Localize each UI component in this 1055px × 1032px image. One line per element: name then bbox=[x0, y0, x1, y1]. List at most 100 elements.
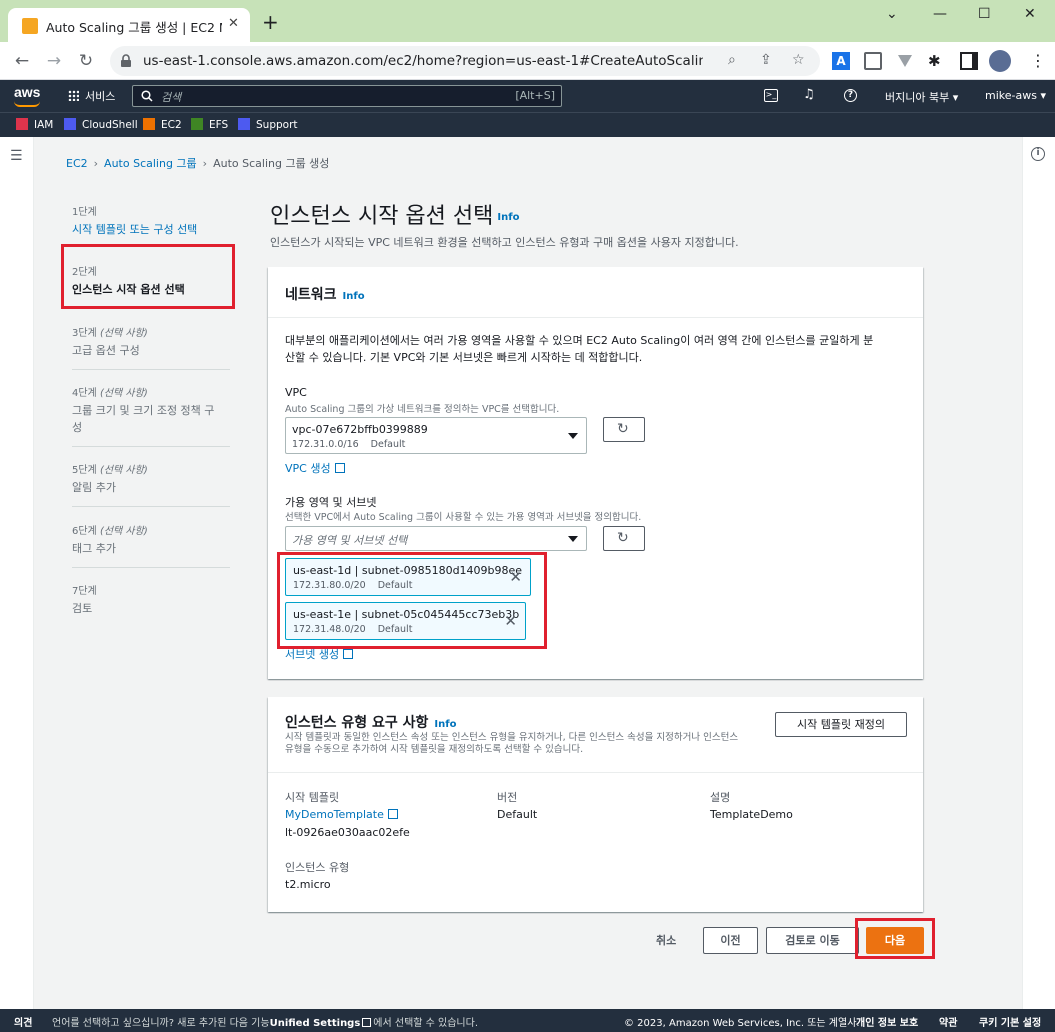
aws-top-navigation: aws 서비스 검색 [Alt+S] >_ ♫ ? 버지니아 북부 ▾ mike… bbox=[0, 80, 1055, 112]
step-1-link[interactable]: 시작 템플릿 또는 구성 선택 bbox=[72, 221, 232, 238]
favorite-ec2[interactable]: EC2 bbox=[143, 118, 182, 131]
cancel-button[interactable]: 취소 bbox=[656, 932, 676, 948]
template-link[interactable]: MyDemoTemplate bbox=[285, 808, 398, 821]
step-number: 7단계 bbox=[72, 586, 97, 597]
instance-type-info-link[interactable]: Info bbox=[434, 719, 456, 730]
page-description: 인스턴스가 시작되는 VPC 네트워크 환경을 선택하고 인스턴스 유형과 구매… bbox=[270, 236, 739, 249]
account-menu[interactable]: mike-aws ▾ bbox=[985, 89, 1046, 102]
tab-title: Auto Scaling 그룹 생성 | EC2 M bbox=[46, 20, 222, 35]
bookmark-star-icon[interactable]: ☆ bbox=[792, 52, 805, 68]
remove-subnet-icon[interactable]: ✕ bbox=[504, 612, 517, 630]
screen-extension-icon[interactable] bbox=[864, 52, 882, 70]
network-info-link[interactable]: Info bbox=[343, 291, 365, 302]
translate-extension-icon[interactable]: A bbox=[832, 52, 850, 70]
address-bar[interactable]: us-east-1.console.aws.amazon.com/ec2/hom… bbox=[110, 46, 820, 76]
remove-subnet-icon[interactable]: ✕ bbox=[509, 568, 522, 586]
vpc-default-tag: Default bbox=[370, 439, 406, 450]
region-selector[interactable]: 버지니아 북부 ▾ bbox=[885, 89, 958, 105]
override-template-button[interactable]: 시작 템플릿 재정의 bbox=[775, 712, 907, 737]
maximize-icon[interactable]: ☐ bbox=[978, 6, 991, 22]
share-icon[interactable]: ⇪ bbox=[760, 52, 772, 68]
subnet-cidr: 172.31.80.0/20 bbox=[293, 580, 366, 591]
minimize-icon[interactable]: — bbox=[933, 6, 947, 22]
template-id: lt-0926ae030aac02efe bbox=[285, 826, 410, 839]
external-link-icon bbox=[334, 463, 345, 473]
favorite-iam[interactable]: IAM bbox=[16, 118, 53, 131]
feedback-link[interactable]: 의견 bbox=[14, 1014, 32, 1029]
services-menu[interactable]: 서비스 bbox=[68, 88, 115, 104]
step-number: 4단계 bbox=[72, 388, 97, 399]
vpc-select[interactable]: vpc-07e672bffb0399889 172.31.0.0/16 Defau… bbox=[285, 417, 587, 454]
tab-search-icon[interactable]: ⌄ bbox=[886, 6, 898, 22]
extensions-puzzle-icon[interactable]: ✱ bbox=[928, 52, 946, 70]
subnet-token: us-east-1d | subnet-0985180d1409b98ee 17… bbox=[285, 558, 531, 596]
close-window-icon[interactable]: ✕ bbox=[1024, 6, 1036, 22]
instance-type-card-header: 인스턴스 유형 요구 사항 Info 시작 템플릿과 동일한 인스턴스 속성 또는… bbox=[268, 697, 923, 773]
notifications-bell-icon[interactable]: ♫ bbox=[803, 87, 815, 102]
step-number: 6단계 bbox=[72, 526, 97, 537]
create-subnet-link[interactable]: 서브넷 생성 bbox=[285, 646, 354, 662]
side-panel-icon[interactable] bbox=[960, 52, 978, 70]
cookie-preferences-link[interactable]: 쿠키 기본 설정 bbox=[979, 1014, 1041, 1029]
wizard-step-3: 3단계 (선택 사항) 고급 옵션 구성 bbox=[72, 324, 232, 359]
favorite-label: EC2 bbox=[161, 119, 182, 131]
browser-titlebar: Auto Scaling 그룹 생성 | EC2 M ✕ + ⌄ — ☐ ✕ bbox=[0, 0, 1055, 42]
vpc-refresh-button[interactable]: ↻ bbox=[603, 417, 645, 442]
forward-icon[interactable]: → bbox=[44, 51, 64, 71]
console-footer: 의견 언어를 선택하고 싶으십니까? 새로 추가된 다음 기능Unified S… bbox=[0, 1009, 1055, 1032]
network-heading-text: 네트워크 bbox=[285, 287, 337, 303]
aws-favicon-icon bbox=[22, 18, 38, 34]
previous-button[interactable]: 이전 bbox=[703, 927, 758, 954]
efs-icon bbox=[191, 118, 203, 130]
console-search-input[interactable]: 검색 [Alt+S] bbox=[132, 85, 562, 107]
step-divider bbox=[72, 369, 230, 370]
instance-type-heading-text: 인스턴스 유형 요구 사항 bbox=[285, 715, 429, 731]
instance-type-label: 인스턴스 유형 bbox=[285, 861, 350, 874]
refresh-icon: ↻ bbox=[617, 421, 629, 437]
wizard-step-5: 5단계 (선택 사항) 알림 추가 bbox=[72, 461, 232, 496]
skip-to-review-button[interactable]: 검토로 이동 bbox=[766, 927, 859, 954]
close-tab-icon[interactable]: ✕ bbox=[228, 16, 239, 31]
reload-icon[interactable]: ↻ bbox=[76, 51, 96, 71]
help-icon[interactable]: ? bbox=[844, 89, 857, 102]
page-info-link[interactable]: Info bbox=[497, 212, 519, 223]
profile-avatar[interactable] bbox=[989, 50, 1011, 72]
network-heading: 네트워크 Info bbox=[285, 284, 365, 304]
favorite-support[interactable]: Support bbox=[238, 118, 298, 131]
terms-link[interactable]: 약관 bbox=[939, 1014, 957, 1029]
cloudshell-icon[interactable]: >_ bbox=[764, 89, 778, 102]
breadcrumb-ec2[interactable]: EC2 bbox=[66, 157, 88, 170]
create-vpc-link[interactable]: VPC 생성 bbox=[285, 460, 345, 476]
next-button[interactable]: 다음 bbox=[866, 927, 924, 954]
network-card: 네트워크 Info 대부분의 애플리케이션에서는 여러 가용 영역을 사용할 수 … bbox=[268, 267, 923, 679]
subnet-token-meta: 172.31.48.0/20 Default bbox=[293, 624, 412, 635]
back-icon[interactable]: ← bbox=[12, 51, 32, 71]
step-4-title-wrap: 성 bbox=[72, 421, 83, 434]
chrome-menu-icon[interactable]: ⋮ bbox=[1030, 51, 1046, 70]
privacy-link[interactable]: 개인 정보 보호 bbox=[856, 1014, 918, 1029]
browser-tab[interactable]: Auto Scaling 그룹 생성 | EC2 M ✕ bbox=[8, 8, 250, 42]
zoom-icon[interactable]: ⌕ bbox=[728, 52, 736, 68]
browser-toolbar: ← → ↻ us-east-1.console.aws.amazon.com/e… bbox=[0, 42, 1055, 80]
favorite-efs[interactable]: EFS bbox=[191, 118, 228, 131]
vpn-extension-icon[interactable] bbox=[896, 52, 914, 70]
breadcrumb-auto-scaling-groups[interactable]: Auto Scaling 그룹 bbox=[104, 157, 197, 170]
az-placeholder: 가용 영역 및 서브넷 선택 bbox=[292, 534, 408, 547]
unified-settings-link[interactable]: Unified Settings bbox=[270, 1018, 361, 1029]
hamburger-menu-icon[interactable]: ☰ bbox=[10, 148, 23, 164]
new-tab-icon[interactable]: + bbox=[262, 12, 279, 32]
info-panel-icon[interactable]: i bbox=[1031, 147, 1045, 161]
az-subnet-select[interactable]: 가용 영역 및 서브넷 선택 bbox=[285, 526, 587, 551]
step-number: 3단계 bbox=[72, 328, 97, 339]
favorites-bar: IAM CloudShell EC2 EFS Support bbox=[0, 112, 1055, 137]
support-icon bbox=[238, 118, 250, 130]
subnet-token-name: us-east-1e | subnet-05c045445cc73eb3b bbox=[293, 608, 520, 621]
page-title-text: 인스턴스 시작 옵션 선택 bbox=[270, 204, 494, 229]
network-card-header: 네트워크 Info bbox=[268, 267, 923, 318]
wizard-step-1: 1단계 시작 템플릿 또는 구성 선택 bbox=[72, 203, 232, 238]
favorite-cloudshell[interactable]: CloudShell bbox=[64, 118, 138, 131]
aws-logo[interactable]: aws bbox=[14, 84, 40, 100]
subnet-refresh-button[interactable]: ↻ bbox=[603, 526, 645, 551]
step-optional: (선택 사항) bbox=[99, 526, 148, 537]
step-6-title: 태그 추가 bbox=[72, 542, 116, 555]
